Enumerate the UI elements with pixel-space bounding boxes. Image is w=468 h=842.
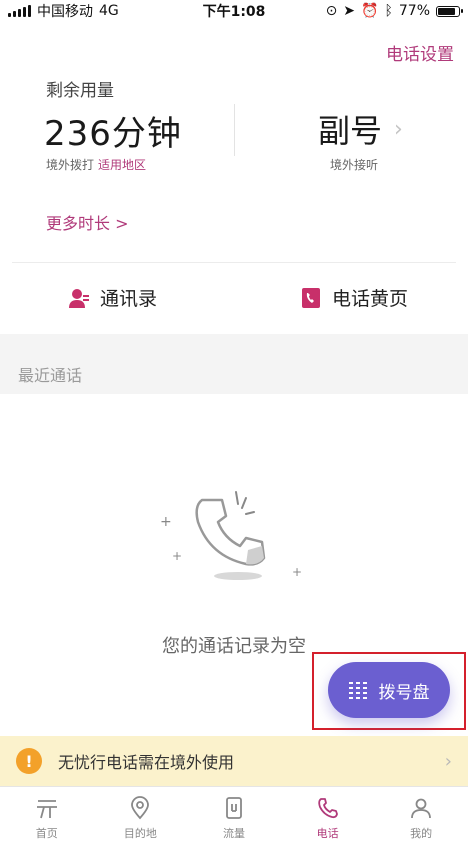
carrier-name: 中国移动 — [37, 4, 93, 20]
tab-destination[interactable]: 目的地 — [94, 787, 188, 842]
tab-data-label: 流量 — [222, 827, 245, 840]
applicable-regions-link[interactable]: 适用地区 — [98, 158, 146, 172]
yellow-pages-shortcut[interactable]: 电话黄页 — [300, 284, 408, 311]
contacts-label: 通讯录 — [100, 288, 158, 310]
dialpad-button[interactable]: 拨号盘 — [328, 662, 450, 718]
rotation-lock-icon: ⊙ — [325, 3, 338, 19]
usage-amount: 236分钟 — [44, 114, 182, 154]
more-time-link[interactable]: 更多时长 > — [46, 210, 129, 234]
tab-home-label: 首页 — [35, 827, 58, 840]
dialpad-icon — [348, 681, 367, 699]
battery-icon — [436, 5, 463, 17]
svg-text:+: + — [292, 565, 302, 579]
home-icon — [34, 795, 60, 821]
svg-text:+: + — [160, 514, 172, 530]
status-left: 中国移动 4G — [8, 1, 119, 21]
bluetooth-icon: ᛒ — [384, 3, 393, 19]
alarm-icon: ⏰ — [361, 3, 379, 19]
dialpad-label: 拨号盘 — [378, 682, 430, 703]
battery-percent: 77% — [398, 3, 430, 19]
yellow-pages-label: 电话黄页 — [332, 288, 409, 310]
recent-calls-title: 最近通话 — [18, 366, 83, 385]
signal-icon — [8, 5, 31, 17]
tab-home[interactable]: 首页 — [0, 787, 94, 842]
contacts-shortcut[interactable]: 通讯录 — [68, 284, 157, 311]
location-icon: ➤ — [343, 3, 356, 19]
chevron-right-icon: › — [394, 116, 403, 142]
tab-phone[interactable]: 电话 — [281, 787, 375, 842]
usage-title: 剩余用量 — [46, 81, 114, 101]
banner-text: 无忧行电话需在境外使用 — [58, 753, 235, 772]
empty-calls-illustration: + + + — [150, 486, 320, 586]
tab-profile-label: 我的 — [410, 827, 433, 840]
battery-fill — [438, 7, 455, 15]
tab-data[interactable]: 流量 — [187, 787, 281, 842]
user-icon — [408, 795, 434, 821]
section-divider — [12, 262, 456, 263]
chevron-right-icon: › — [444, 750, 452, 772]
phone-icon — [315, 795, 341, 821]
bottom-tab-bar: 首页 目的地 流量 电话 我的 — [0, 786, 468, 842]
warning-icon: ! — [16, 748, 42, 774]
contacts-icon — [68, 287, 90, 309]
tab-phone-label: 电话 — [316, 827, 339, 840]
usage-sub: 境外拨打 适用地区 — [46, 156, 146, 173]
status-bar: 中国移动 4G 下午1:08 ⊙ ➤ ⏰ ᛒ 77% — [0, 0, 468, 22]
secondary-number-title: 副号 — [318, 112, 383, 150]
status-right: ⊙ ➤ ⏰ ᛒ 77% — [325, 3, 463, 19]
secondary-number-button[interactable]: 副号 › — [318, 106, 403, 152]
network-type: 4G — [99, 3, 119, 19]
secondary-number-sub: 境外接听 — [330, 158, 379, 172]
yellow-pages-icon — [300, 287, 322, 309]
phone-settings-link[interactable]: 电话设置 — [386, 40, 454, 65]
usage-divider — [234, 104, 235, 156]
usage-sub-label: 境外拨打 — [46, 158, 95, 172]
abroad-notice-banner[interactable]: ! 无忧行电话需在境外使用 › — [0, 736, 468, 786]
svg-text:+: + — [172, 549, 182, 563]
tab-profile[interactable]: 我的 — [374, 787, 468, 842]
location-pin-icon — [127, 795, 153, 821]
sim-card-icon — [221, 795, 247, 821]
tab-destination-label: 目的地 — [123, 827, 157, 840]
